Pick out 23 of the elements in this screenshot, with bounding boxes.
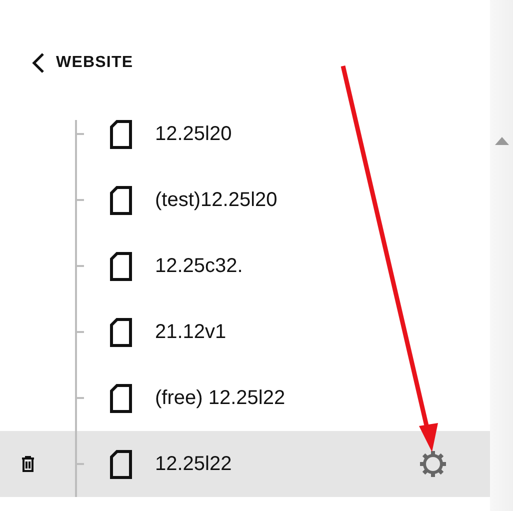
trash-icon[interactable]: [21, 456, 35, 472]
tree-item[interactable]: 12.25l22: [0, 431, 490, 497]
file-icon: [110, 318, 132, 346]
tree-item[interactable]: 12.25c32.: [0, 233, 490, 299]
file-icon: [110, 186, 132, 214]
file-icon: [110, 384, 132, 412]
item-name: (test)12.25l20: [155, 188, 278, 212]
item-name: 12.25l20: [155, 122, 233, 146]
file-icon: [110, 252, 132, 280]
item-name: (free) 12.25l22: [155, 386, 286, 410]
chevron-left-icon: [31, 52, 47, 74]
item-name: 12.25l22: [155, 452, 233, 476]
tree-item[interactable]: 12.25l20: [0, 120, 490, 167]
tree-item[interactable]: (free) 12.25l22: [0, 365, 490, 431]
item-name: 12.25c32.: [155, 254, 244, 278]
back-link[interactable]: WEBSITE: [31, 52, 134, 74]
tree-item[interactable]: (test)12.25l20: [0, 167, 490, 233]
settings-icon[interactable]: [419, 450, 447, 478]
item-name: 21.12v1: [155, 320, 228, 344]
file-icon: [110, 120, 132, 148]
file-icon: [110, 450, 132, 478]
tree-item[interactable]: 21.12v1: [0, 299, 490, 365]
scroll-up-icon[interactable]: [494, 137, 508, 145]
